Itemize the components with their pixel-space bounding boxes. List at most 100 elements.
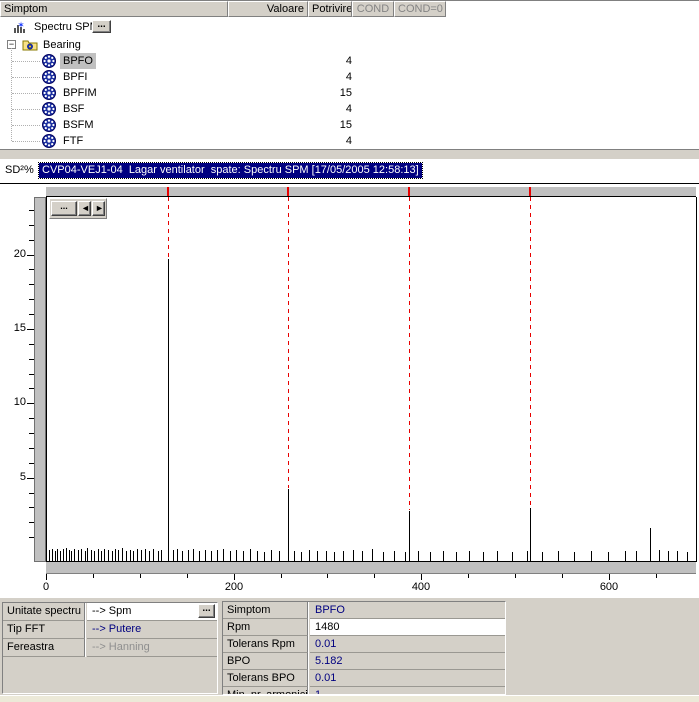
noise-spike [527, 551, 528, 561]
next-arrow-button[interactable]: ► [92, 201, 105, 216]
tree-group-bearing[interactable]: −Bearing [0, 37, 699, 53]
noise-spike [334, 552, 335, 561]
grid-row-value[interactable]: 0.01 [310, 636, 505, 653]
noise-spike [243, 551, 244, 561]
y-unit-label: SD²% [5, 164, 39, 178]
grid-row-unitate-spectru: Unitate spectru--> Spm... [3, 603, 217, 621]
noise-spike [430, 552, 431, 561]
chart-title[interactable]: CVP04-VEJ1-04 Lagar ventilator spate: Sp… [39, 163, 422, 178]
noise-spike [55, 551, 56, 561]
y-tick [29, 240, 34, 241]
tree-item-spectru-spm[interactable]: ✶Spectru SPM... [0, 19, 699, 35]
grid-row-value[interactable]: BPFO [310, 602, 505, 619]
tree-item-label: BPFO [60, 53, 96, 69]
y-tick-label: 20 [2, 248, 26, 260]
grid-row-label: Fereastra [3, 639, 85, 657]
y-tick [29, 507, 34, 508]
noise-spike [57, 549, 58, 561]
noise-spike [574, 552, 575, 561]
y-tick [27, 255, 34, 256]
column-header-simptom[interactable]: Simptom [0, 1, 228, 17]
noise-spike [250, 549, 251, 561]
noise-spike [636, 551, 637, 561]
right-arrow-icon: ► [95, 203, 104, 213]
spectrum-plot[interactable] [46, 197, 697, 562]
noise-spike [69, 550, 70, 561]
noise-spike [193, 549, 194, 561]
noise-spike [443, 551, 444, 561]
panel-splitter[interactable] [0, 149, 699, 160]
spectrum-chart-panel: SD²% CVP04-VEJ1-04 Lagar ventilator spat… [0, 160, 699, 598]
grid-row-value[interactable]: --> Putere [87, 621, 217, 639]
y-tick [29, 463, 34, 464]
x-tick [46, 574, 47, 580]
grid-ellipsis-button[interactable]: ... [198, 604, 215, 618]
noise-spike [668, 551, 669, 561]
tree-item-label: BPFI [60, 69, 90, 85]
noise-spike [687, 552, 688, 561]
column-header-potrivire[interactable]: Potrivire [308, 1, 352, 17]
grid-row-value[interactable]: 5.182 [310, 653, 505, 670]
noise-spike [49, 550, 50, 561]
y-tick [29, 537, 34, 538]
harmonic-marker-tick [408, 187, 410, 196]
noise-spike [591, 551, 592, 561]
noise-spike [512, 552, 513, 561]
grid-row-value[interactable]: 1480 [310, 619, 505, 636]
symptom-value-bpfi: 4 [240, 69, 352, 85]
noise-spike [608, 552, 609, 561]
noise-spike [405, 552, 406, 561]
grid-row-value[interactable]: --> Spm... [87, 603, 217, 621]
tree-item-label: FTF [60, 133, 86, 149]
noise-spike [294, 551, 295, 561]
grid-row-value[interactable]: 0.01 [310, 670, 505, 687]
chart-bottom-strip[interactable] [46, 562, 696, 574]
chart-options-button[interactable]: ... [51, 201, 77, 216]
chart-top-strip[interactable] [46, 187, 696, 197]
spectrum-options-button[interactable]: ... [92, 20, 111, 33]
y-tick [27, 478, 34, 479]
y-tick-label: 5 [2, 471, 26, 483]
noise-spike [343, 551, 344, 561]
column-header-valoare[interactable]: Valoare [228, 1, 308, 17]
noise-spike [98, 549, 99, 561]
grid-row-label: Min. nr. armonici [223, 687, 308, 695]
noise-spike [130, 550, 131, 561]
grid-row-label: Rpm [223, 619, 308, 636]
grid-row-bpo: BPO5.182 [223, 653, 505, 670]
spectrum-icon: ✶ [13, 21, 29, 33]
noise-spike [625, 551, 626, 561]
grid-row-value[interactable]: 1 [310, 687, 505, 695]
y-tick [29, 344, 34, 345]
noise-spike [71, 551, 72, 561]
grid-row-simptom: SimptomBPFO [223, 602, 505, 619]
noise-spike [659, 550, 660, 561]
bearing-icon [42, 86, 56, 100]
column-header-cond-0: COND=0 [394, 1, 446, 17]
noise-spike [353, 550, 354, 561]
noise-spike [236, 550, 237, 561]
harmonic-marker-tick [287, 187, 289, 196]
grid-row-value[interactable]: --> Hanning [87, 639, 217, 657]
prev-arrow-button[interactable]: ◄ [78, 201, 91, 216]
bearing-icon [42, 102, 56, 116]
y-axis-bar[interactable] [34, 197, 46, 562]
noise-spike [309, 550, 310, 561]
bearing-icon [42, 118, 56, 132]
noise-spike [264, 552, 265, 561]
noise-spike [558, 551, 559, 561]
noise-spike [91, 550, 92, 561]
x-tick-label: 600 [589, 581, 629, 593]
y-tick-label: 10 [2, 396, 26, 408]
x-tick [468, 574, 469, 578]
x-tick [656, 574, 657, 578]
harmonic-marker [530, 197, 531, 507]
harmonic-marker [288, 197, 289, 488]
x-tick [515, 574, 516, 578]
y-tick [29, 448, 34, 449]
noise-spike [108, 550, 109, 561]
grid-row-min-nr-armonici: Min. nr. armonici1 [223, 687, 505, 695]
noise-spike [158, 551, 159, 561]
symptom-value-ftf: 4 [240, 133, 352, 149]
svg-text:✶: ✶ [17, 21, 25, 30]
